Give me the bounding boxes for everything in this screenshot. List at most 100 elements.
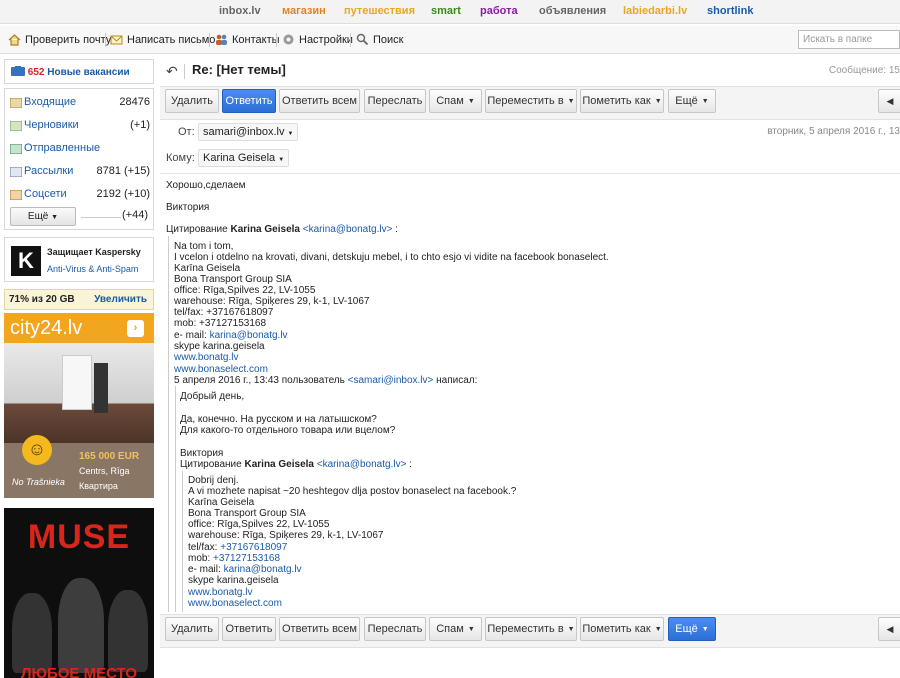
to-value: Karina Geisela [203,152,276,164]
website-link[interactable]: www.bonaselect.com [188,598,282,609]
more-folders-button[interactable]: Ещё ▼ [10,207,76,226]
gear-icon [282,33,295,46]
folder-drafts[interactable]: Черновики (+1) [9,117,150,133]
divider [160,173,900,174]
kaspersky-badge[interactable]: K Защищает Kaspersky Anti-Virus & Anti-S… [4,237,154,282]
reply-all-button[interactable]: Ответить всем [279,89,360,113]
from-row: От: samari@inbox.lv ▼ вторник, 5 апреля … [160,121,900,145]
move-to-button[interactable]: Переместить в ▼ [485,617,577,641]
folder-list: Входящие 28476 Черновики (+1) Отправленн… [4,88,154,230]
contacts-button[interactable]: Контакты [215,32,280,48]
mark-as-button[interactable]: Пометить как ▼ [580,89,664,113]
check-mail-button[interactable]: Проверить почту [8,32,111,48]
delete-button[interactable]: Удалить [165,89,219,113]
message-actions-top: Удалить Ответить Ответить всем Переслать… [160,86,900,120]
spam-button[interactable]: Спам ▼ [429,89,482,113]
wrote-line: 5 апреля 2016 г., 13:43 пользователь <sa… [174,375,477,386]
search-label: Поиск [373,34,404,46]
compose-button[interactable]: Написать письмо [110,32,215,48]
reply-button[interactable]: Ответить [222,89,276,113]
contacts-icon [215,33,228,46]
website-link[interactable]: www.bonatg.lv [188,587,252,598]
search-icon [356,33,369,46]
more-actions-button[interactable]: Ещё ▼ [668,617,716,641]
email-link[interactable]: karina@bonatg.lv [210,330,288,341]
spam-label: Спам [436,95,464,107]
tel-link[interactable]: +37167618097 [220,542,287,553]
wrote-email[interactable]: <samari@inbox.lv> [348,375,434,386]
chevron-down-icon: ▼ [654,626,662,633]
from-label: От: [178,126,195,138]
folder-name: Рассылки [24,165,74,177]
folder-sent[interactable]: Отправленные [9,140,150,156]
compose-label: Написать письмо [127,34,216,46]
quote-line: Karīna Geisela [174,263,241,274]
back-arrow-icon[interactable]: ↶ [166,63,178,80]
ad-type: Квартира [79,481,118,491]
chevron-down-icon: ▼ [701,626,709,633]
chevron-down-icon: ▼ [287,131,294,137]
move-to-button[interactable]: Переместить в ▼ [485,89,577,113]
prev-message-button[interactable]: ◀ [878,89,900,113]
forward-button[interactable]: Переслать [364,89,426,113]
quote-line: warehouse: Rīga, Spiķeres 29, k-1, LV-10… [188,530,384,541]
quote-line: warehouse: Rīga, Spiķeres 29, k-1, LV-10… [174,296,370,307]
quote-line: Bona Transport Group SIA [174,274,292,285]
reply-all-button[interactable]: Ответить всем [279,617,360,641]
quote-mob-line: mob: +37127153168 [188,553,280,564]
to-row: Кому: Karina Geisela ▼ [160,147,900,171]
portal-link-shop[interactable]: магазин [282,5,326,17]
folder-social[interactable]: Соцсети 2192 (+10) [9,186,150,202]
quote-line: A vi mozhete napisat ~20 heshtegov dlja … [188,486,517,497]
website-link[interactable]: www.bonaselect.com [174,364,268,375]
folder-inbox[interactable]: Входящие 28476 [9,94,150,110]
chevron-down-icon: ▼ [654,98,662,105]
email-link[interactable]: karina@bonatg.lv [224,564,302,575]
drafts-icon [9,120,23,132]
delete-button[interactable]: Удалить [165,617,219,641]
from-address[interactable]: samari@inbox.lv ▼ [198,123,299,141]
quote-author-email[interactable]: <karina@bonatg.lv> [317,459,407,470]
jobs-link[interactable]: 652 Новые вакансии [4,59,154,84]
quota-increase-link[interactable]: Увеличить [94,294,147,305]
quote-line: Karīna Geisela [188,497,255,508]
portal-link-inbox[interactable]: inbox.lv [219,5,261,17]
mob-link[interactable]: +37127153168 [213,553,280,564]
portal-link-work[interactable]: работа [480,5,518,17]
sent-icon [9,143,23,155]
prev-message-button[interactable]: ◀ [878,617,900,641]
ad-photo-door [94,363,108,413]
search-button[interactable]: Поиск [356,32,403,48]
portal-link-travel[interactable]: путешествия [344,5,415,17]
website-link[interactable]: www.bonatg.lv [174,352,238,363]
quote-bar [168,236,169,612]
ad-photo-stove [62,355,92,410]
mark-as-label: Пометить как [582,95,651,107]
mark-as-button[interactable]: Пометить как ▼ [580,617,664,641]
forward-button[interactable]: Переслать [364,617,426,641]
portal-link-ads[interactable]: объявления [539,5,606,17]
folder-newsletters[interactable]: Рассылки 8781 (+15) [9,163,150,179]
ad-brand: city24.lv [10,317,83,339]
reply-button[interactable]: Ответить [222,617,276,641]
to-address[interactable]: Karina Geisela ▼ [198,149,290,167]
folder-search-input[interactable]: Искать в папке [798,30,900,49]
band-member-photo [108,590,148,672]
portal-link-smart[interactable]: smart [431,5,461,17]
wrote-suffix: написал: [433,375,478,386]
portal-link-labiedarbi[interactable]: labiedarbi.lv [623,5,687,17]
portal-link-shortlink[interactable]: shortlink [707,5,753,17]
folder-name: Соцсети [24,188,67,200]
city24-ad[interactable]: city24.lv › ☺ No Trašnieka 165 000 EUR C… [4,313,154,498]
quote-line: Виктория [180,448,224,459]
quote-author-email[interactable]: <karina@bonatg.lv> [303,224,393,235]
quote-suffix: : [406,459,412,470]
more-actions-button[interactable]: Ещё ▼ [668,89,716,113]
contacts-label: Контакты [232,34,280,46]
folder-count: 8781 (+15) [96,165,150,177]
spam-button[interactable]: Спам ▼ [429,617,482,641]
chevron-down-icon: ▼ [567,98,575,105]
settings-button[interactable]: Настройки [282,32,353,48]
muse-ad[interactable]: MUSE ЛЮБОЕ МЕСТО [4,508,154,678]
toolbar-divider [276,33,277,47]
